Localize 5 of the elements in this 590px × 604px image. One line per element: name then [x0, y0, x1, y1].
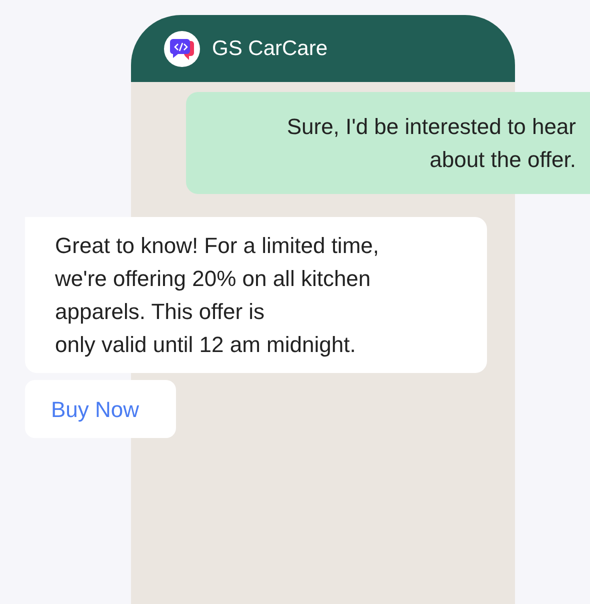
outgoing-message: Sure, I'd be interested to hear about the offer.	[186, 92, 590, 194]
buy-now-button[interactable]: Buy Now	[25, 380, 176, 438]
chat-bubble-code-icon	[164, 30, 200, 66]
chat-title: GS CarCare	[212, 36, 328, 62]
incoming-message: Great to know! For a limited time, we're offering 20% on all kitchen apparels. This offer is only valid until 12 am midnight.	[25, 217, 487, 373]
